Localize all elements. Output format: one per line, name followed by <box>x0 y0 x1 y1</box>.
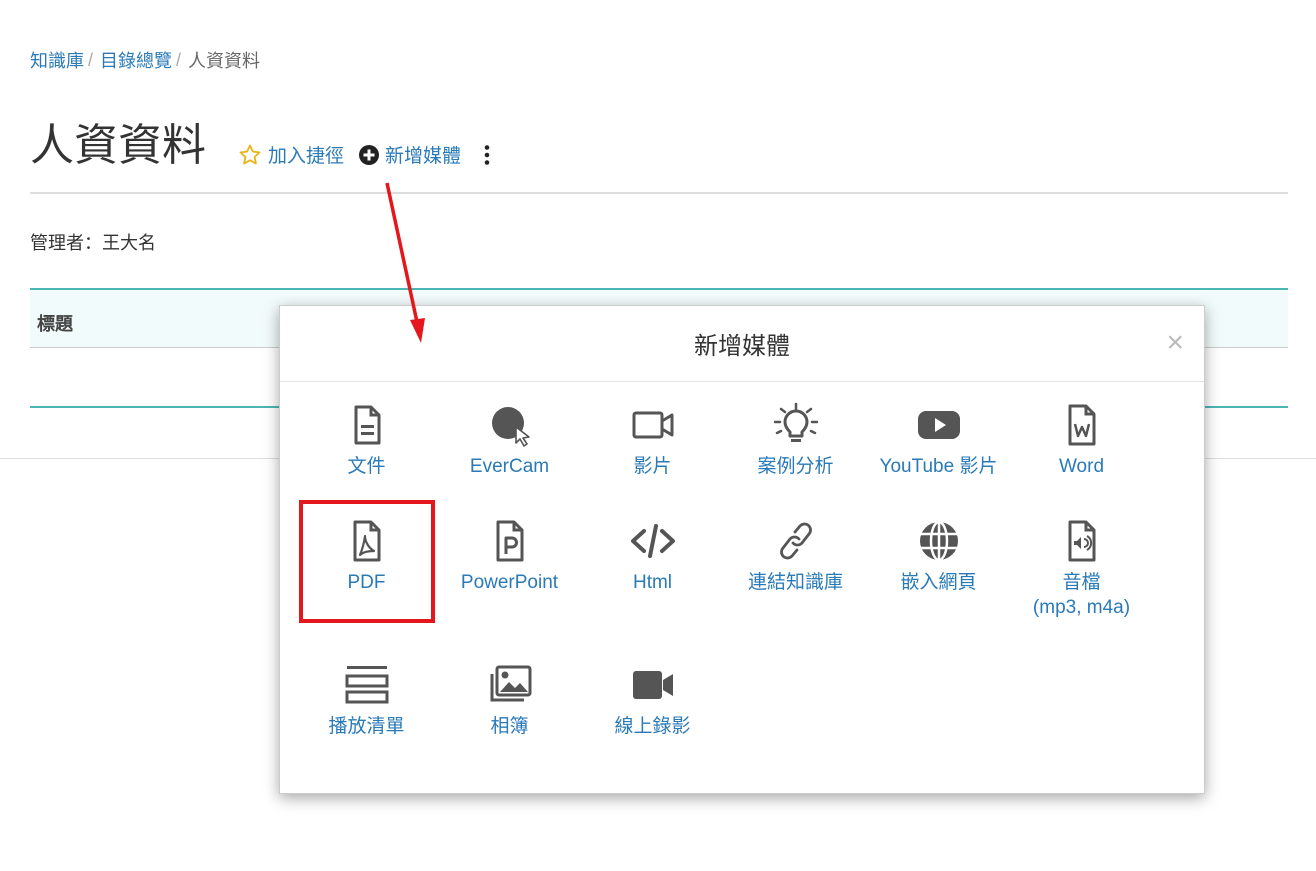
media-item-label: 相簿 <box>490 716 529 737</box>
add-shortcut-button[interactable]: 加入捷徑 <box>238 141 344 168</box>
breadcrumb-separator: / <box>88 49 94 70</box>
breadcrumb-current: 人資資料 <box>188 51 261 71</box>
close-icon[interactable]: × <box>1166 328 1184 358</box>
media-item-online-recording[interactable]: 線上錄影 <box>581 662 724 750</box>
breadcrumb-knowledge-base[interactable]: 知識庫 <box>30 47 84 73</box>
breadcrumb-separator: / <box>176 49 182 70</box>
media-item-label: 文件 <box>347 456 386 477</box>
media-item-label: 嵌入網頁 <box>900 572 977 593</box>
audio-label: 音檔 <box>1062 572 1101 593</box>
media-item-youtube[interactable]: YouTube 影片 <box>867 402 1010 518</box>
word-file-icon <box>1059 402 1105 448</box>
modal-title: 新增媒體 <box>694 333 790 360</box>
media-item-evercam[interactable]: EverCam <box>438 402 581 518</box>
online-record-icon <box>630 662 676 708</box>
file-icon <box>344 402 390 448</box>
title-divider <box>30 192 1288 194</box>
code-icon <box>630 518 676 564</box>
youtube-icon <box>916 402 962 448</box>
audio-formats: (mp3, m4a) <box>1032 597 1131 618</box>
media-item-label: PowerPoint <box>460 572 559 593</box>
media-item-audio[interactable]: 音檔 (mp3, m4a) <box>1010 518 1153 634</box>
breadcrumb: 知識庫 / 目錄總覽 / 人資資料 <box>30 47 260 73</box>
playlist-icon <box>344 662 390 708</box>
link-icon <box>773 518 819 564</box>
media-item-powerpoint[interactable]: PowerPoint <box>438 518 581 634</box>
media-item-embed-webpage[interactable]: 嵌入網頁 <box>867 518 1010 634</box>
media-item-case-study[interactable]: 案例分析 <box>724 402 867 518</box>
breadcrumb-catalog[interactable]: 目錄總覽 <box>100 47 172 73</box>
page-title: 人資資料 <box>30 121 206 170</box>
add-media-button[interactable]: 新增媒體 <box>358 141 461 168</box>
modal-header: 新增媒體 × <box>280 306 1204 382</box>
title-row: 人資資料 加入捷徑 新增媒體 <box>30 118 491 174</box>
media-item-album[interactable]: 相簿 <box>438 662 581 750</box>
media-item-label: 播放清單 <box>328 716 405 737</box>
table-header-title[interactable]: 標題 <box>37 310 73 336</box>
audio-file-icon <box>1059 518 1105 564</box>
media-item-label: 案例分析 <box>757 456 834 477</box>
plus-circle-icon <box>359 144 380 165</box>
media-item-label: YouTube 影片 <box>879 456 998 477</box>
media-item-label: 影片 <box>633 456 672 477</box>
video-camera-icon <box>630 402 676 448</box>
add-media-label: 新增媒體 <box>385 146 462 167</box>
add-shortcut-label: 加入捷徑 <box>268 146 345 167</box>
manager-label: 管理者：王大名 <box>30 233 156 253</box>
media-item-html[interactable]: Html <box>581 518 724 634</box>
title-actions: 加入捷徑 新增媒體 <box>238 141 491 168</box>
media-item-playlist[interactable]: 播放清單 <box>295 662 438 750</box>
lightbulb-icon <box>773 402 819 448</box>
media-item-word[interactable]: Word <box>1010 402 1153 518</box>
more-options-icon[interactable] <box>483 144 491 166</box>
media-item-label: 線上錄影 <box>614 716 691 737</box>
media-item-link-knowledge-base[interactable]: 連結知識庫 <box>724 518 867 634</box>
powerpoint-file-icon <box>487 518 533 564</box>
media-item-video[interactable]: 影片 <box>581 402 724 518</box>
media-item-label: 連結知識庫 <box>747 572 843 593</box>
media-item-label: Html <box>632 572 673 593</box>
media-item-label: 音檔 (mp3, m4a) <box>1033 570 1130 620</box>
media-item-label: EverCam <box>469 456 550 477</box>
pdf-highlight-box <box>299 500 435 623</box>
album-icon <box>487 662 533 708</box>
media-item-label: Word <box>1058 456 1105 477</box>
globe-icon <box>916 518 962 564</box>
star-icon <box>239 144 261 164</box>
evercam-icon <box>487 402 533 448</box>
